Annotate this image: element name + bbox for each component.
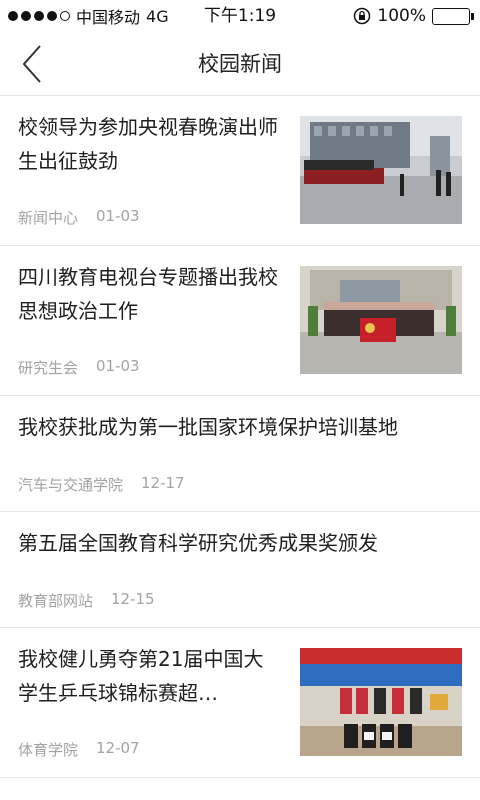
news-date: 12-17 [141,474,185,492]
page-title: 校园新闻 [198,52,282,76]
news-source: 研究生会 [18,359,79,377]
news-date: 01-03 [96,207,140,225]
news-item[interactable]: 校领导为参加央视春晚演出师生出征鼓劲 新闻中心 01-03 [0,96,480,246]
news-item[interactable]: 四川教育电视台专题播出我校思想政治工作 研究生会 01-03 [0,246,480,396]
rotation-lock-icon [354,7,371,25]
news-item[interactable]: 第五届全国教育科学研究优秀成果奖颁发 教育部网站 12-15 [0,512,480,628]
news-list: 校领导为参加央视春晚演出师生出征鼓劲 新闻中心 01-03 四川教育电视台专题播… [0,96,480,800]
news-thumbnail [300,266,462,374]
list-item-partial [0,778,480,800]
status-right: 100% [353,0,474,32]
status-bar: 中国移动 4G 下午1:19 100% [0,0,480,32]
nav-bar: 校园新闻 [0,32,480,96]
back-button[interactable] [10,42,54,86]
news-date: 12-07 [96,739,140,757]
news-item[interactable]: 我校获批成为第一批国家环境保护培训基地 汽车与交通学院 12-17 [0,396,480,512]
news-meta: 教育部网站 12-15 [18,590,155,611]
news-meta: 新闻中心 01-03 [18,207,140,228]
chevron-left-icon [22,45,41,83]
news-meta: 汽车与交通学院 12-17 [18,474,185,495]
news-title: 我校获批成为第一批国家环境保护培训基地 [18,415,398,439]
photo-group-banner-icon [300,266,462,374]
news-date: 12-15 [111,590,155,608]
news-meta: 体育学院 12-07 [18,739,140,760]
battery-percent: 100% [377,6,426,26]
news-date: 01-03 [96,357,140,375]
news-thumbnail [300,116,462,224]
news-title: 第五届全国教育科学研究优秀成果奖颁发 [18,531,378,555]
news-thumbnail [300,648,462,756]
news-source: 教育部网站 [18,592,94,610]
news-title: 校领导为参加央视春晚演出师生出征鼓劲 [18,115,278,173]
news-title: 四川教育电视台专题播出我校思想政治工作 [18,265,278,323]
news-source: 新闻中心 [18,209,79,227]
news-title: 我校健儿勇夺第21届中国大学生乒乓球锦标赛超… [18,647,264,705]
news-item[interactable]: 我校健儿勇夺第21届中国大学生乒乓球锦标赛超… 体育学院 12-07 [0,628,480,778]
news-meta: 研究生会 01-03 [18,357,140,378]
photo-crowd-steps-icon [300,116,462,224]
battery-icon [432,7,474,25]
news-source: 体育学院 [18,741,79,759]
news-source: 汽车与交通学院 [18,476,124,494]
photo-team-awards-icon [300,648,462,756]
